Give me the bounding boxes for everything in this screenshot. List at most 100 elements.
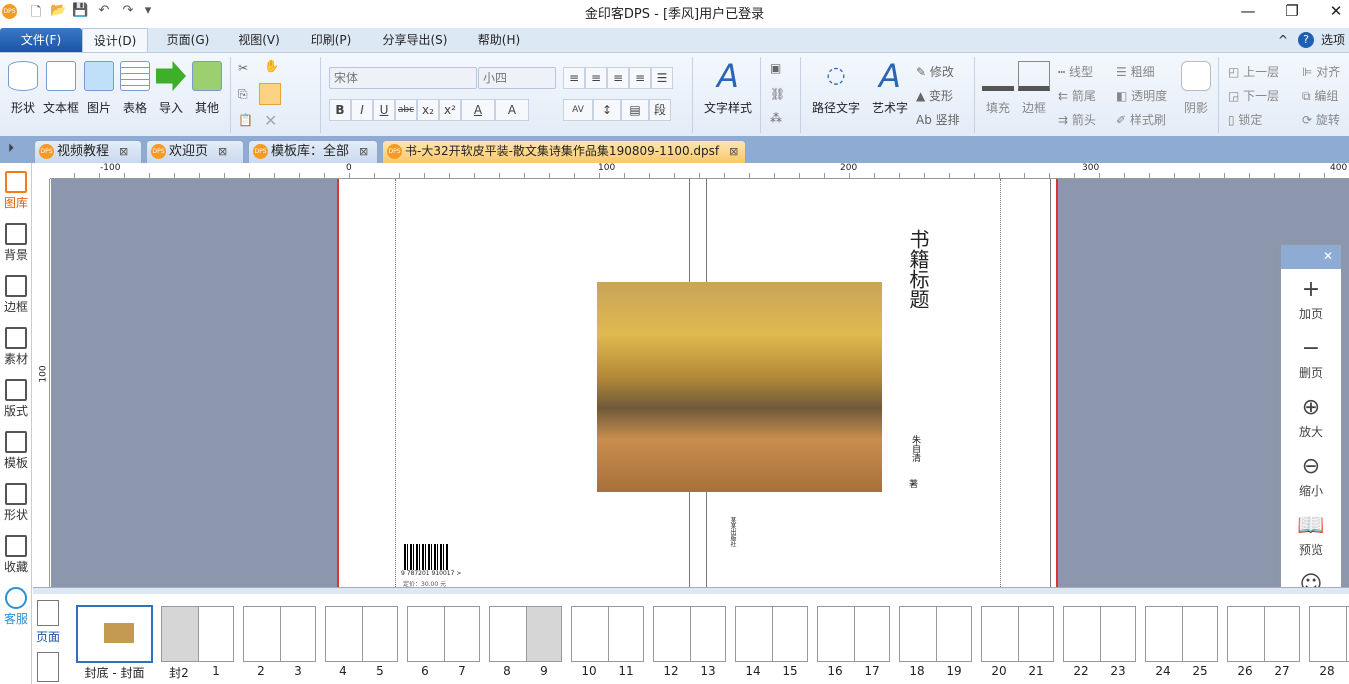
sidebar-item-2[interactable]: 边框 — [0, 273, 32, 325]
sidebar-item-3[interactable]: 素材 — [0, 325, 32, 377]
collapse-ribbon-icon[interactable]: ^ — [1276, 28, 1290, 52]
columns-icon[interactable]: ▤ — [621, 99, 649, 121]
path-text-button[interactable]: ◌ 路径文字 — [808, 53, 864, 116]
page-thumbnail[interactable] — [1145, 606, 1218, 662]
sidebar-item-5[interactable]: 模板 — [0, 429, 32, 481]
superscript-button[interactable]: x² — [439, 99, 461, 121]
char-spacing-icon[interactable]: AV — [563, 99, 593, 121]
textbox-button[interactable]: 文本框 — [42, 53, 80, 116]
unlink-icon[interactable]: ⁂ — [770, 111, 782, 125]
page-thumbnail[interactable] — [325, 606, 398, 662]
group-button[interactable]: ⧉ 编组 — [1302, 87, 1338, 104]
panel-item-4[interactable]: 📖 预览 — [1281, 509, 1341, 568]
paragraph-button[interactable]: 段 — [649, 99, 671, 121]
art-text-button[interactable]: A 艺术字 — [868, 53, 912, 116]
vertical-text-button[interactable]: Ab 竖排 — [916, 111, 960, 128]
close-tab-icon[interactable]: ⊠ — [359, 141, 368, 162]
italic-button[interactable]: I — [351, 99, 373, 121]
publisher[interactable]: 某某出版社 — [728, 517, 737, 547]
sidebar-item-1[interactable]: 背景 — [0, 221, 32, 273]
page-thumbnail[interactable] — [1063, 606, 1136, 662]
tab-print[interactable]: 印刷(P) — [298, 28, 364, 52]
options-button[interactable]: 选项 — [1318, 28, 1348, 52]
page-thumbnail[interactable] — [76, 605, 153, 663]
other-button[interactable]: 其他 — [188, 53, 226, 116]
table-button[interactable]: 表格 — [116, 53, 154, 116]
image-button[interactable]: 图片 — [80, 53, 118, 116]
page-thumbnail[interactable] — [899, 606, 972, 662]
help-icon[interactable]: ? — [1298, 32, 1314, 48]
minimize-button[interactable]: — — [1233, 2, 1263, 20]
panel-item-0[interactable]: + 加页 — [1281, 273, 1341, 332]
send-backward-button[interactable]: ◲ 下一层 — [1228, 87, 1279, 104]
page-thumbnail[interactable] — [407, 606, 480, 662]
close-tab-icon[interactable]: ⊠ — [119, 141, 128, 162]
close-tab-icon[interactable]: ⊠ — [729, 141, 738, 162]
modify-button[interactable]: ✎ 修改 — [916, 63, 954, 80]
tab-file[interactable]: 文件(F) — [0, 28, 82, 52]
style-brush-button[interactable]: ✐ 样式刷 — [1116, 111, 1166, 128]
page-thumbnail[interactable] — [981, 606, 1054, 662]
page-thumbnail[interactable] — [1227, 606, 1300, 662]
transform-button[interactable]: ▲ 变形 — [916, 87, 953, 104]
tab-video-tutorial[interactable]: DPS 视频教程 ⊠ — [34, 140, 142, 163]
panel-item-2[interactable]: ⊕ 放大 — [1281, 391, 1341, 450]
page-thumbnail[interactable] — [653, 606, 726, 662]
tab-welcome[interactable]: DPS 欢迎页 ⊠ — [146, 140, 244, 163]
rotate-button[interactable]: ⟳ 旋转 — [1302, 111, 1340, 128]
bold-button[interactable]: B — [329, 99, 351, 121]
pages-tab-label[interactable]: 页面 — [36, 628, 60, 645]
distribute-icon[interactable]: ☰ — [651, 67, 673, 89]
copy-icon[interactable]: ⎘ — [238, 87, 248, 102]
page-thumbnail[interactable] — [735, 606, 808, 662]
select-pointer-button[interactable] — [259, 83, 281, 105]
transparency-button[interactable]: ◧ 透明度 — [1116, 87, 1167, 104]
font-family-select[interactable]: 宋体 — [329, 67, 477, 89]
shape-button[interactable]: 形状 — [4, 53, 42, 116]
arrow-tail-button[interactable]: ⇇ 箭尾 — [1058, 87, 1096, 104]
sidebar-item-8[interactable]: 客服 — [0, 585, 32, 637]
line-spacing-icon[interactable]: ↕ — [593, 99, 621, 121]
underline-button[interactable]: U — [373, 99, 395, 121]
panel-item-1[interactable]: − 删页 — [1281, 332, 1341, 391]
author-name[interactable]: 朱自清 — [909, 435, 922, 462]
fill-button[interactable]: 填充 — [980, 53, 1016, 116]
close-panel-button[interactable]: ✕ — [1281, 245, 1341, 269]
page-thumbnail[interactable] — [489, 606, 562, 662]
page-thumbnail[interactable] — [1309, 606, 1349, 662]
shadow-button[interactable]: 阴影 — [1180, 53, 1212, 116]
barcode[interactable] — [404, 544, 449, 570]
tab-help[interactable]: 帮助(H) — [466, 28, 532, 52]
close-button[interactable]: ✕ — [1321, 2, 1349, 20]
tab-view[interactable]: 视图(V) — [226, 28, 292, 52]
cut-icon[interactable]: ✂ — [238, 61, 248, 75]
tab-page[interactable]: 页面(G) — [150, 28, 226, 52]
sidebar-item-7[interactable]: 收藏 — [0, 533, 32, 585]
tab-current-document[interactable]: DPS 书-大32开软皮平装-散文集诗集作品集190809-1100.dpsf ⊠ — [382, 140, 746, 163]
arrow-head-button[interactable]: ⇉ 箭头 — [1058, 111, 1096, 128]
hand-icon[interactable]: ✋ — [264, 59, 279, 73]
strikethrough-button[interactable]: abc — [395, 99, 417, 121]
cover-photo[interactable] — [597, 282, 882, 492]
lock-button[interactable]: ▯ 锁定 — [1228, 111, 1262, 128]
line-type-button[interactable]: ┅ 线型 — [1058, 63, 1093, 80]
border-button[interactable]: 边框 — [1016, 53, 1052, 116]
book-title[interactable]: 书籍标题 — [905, 229, 930, 309]
weight-button[interactable]: ☰ 粗细 — [1116, 63, 1155, 80]
tab-template-library[interactable]: DPS 模板库：全部 ⊠ — [248, 140, 378, 163]
text-style-button[interactable]: A 文字样式 — [700, 53, 756, 116]
page-thumbnail[interactable] — [817, 606, 890, 662]
highlight-button[interactable]: A — [495, 99, 529, 121]
delete-icon[interactable]: ✕ — [264, 111, 277, 130]
sidebar-item-6[interactable]: 形状 — [0, 481, 32, 533]
align-center-icon[interactable]: ≡ — [585, 67, 607, 89]
tab-design[interactable]: 设计(D) — [82, 28, 148, 52]
sidebar-item-4[interactable]: 版式 — [0, 377, 32, 429]
restore-button[interactable]: ❐ — [1277, 2, 1307, 20]
frame-icon[interactable]: ▣ — [770, 61, 781, 75]
import-button[interactable]: 导入 — [152, 53, 190, 116]
align-left-icon[interactable]: ≡ — [563, 67, 585, 89]
sidebar-item-0[interactable]: 图库 — [0, 169, 32, 221]
subscript-button[interactable]: x₂ — [417, 99, 439, 121]
font-color-button[interactable]: A — [461, 99, 495, 121]
